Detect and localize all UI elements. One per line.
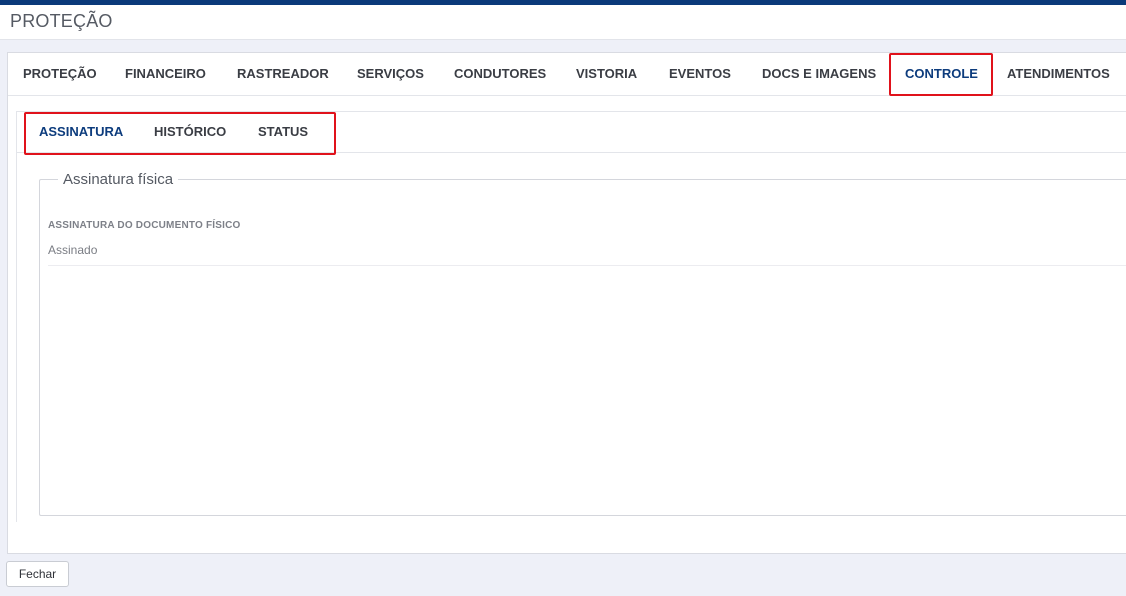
main-panel: PROTEÇÃO FINANCEIRO RASTREADOR SERVIÇOS …: [7, 52, 1126, 554]
active-tab-highlight: [889, 53, 993, 96]
field-divider: [48, 265, 1126, 266]
tab-atendimentos[interactable]: ATENDIMENTOS: [1007, 53, 1110, 95]
page-title: PROTEÇÃO: [10, 11, 113, 31]
tab-eventos[interactable]: EVENTOS: [669, 53, 731, 95]
fieldset-legend: Assinatura física: [58, 171, 179, 188]
signature-fieldset: Assinatura física ASSINATURA DO DOCUMENT…: [39, 171, 1126, 516]
tab-vistoria[interactable]: VISTORIA: [576, 53, 637, 95]
subtabs-highlight: [24, 112, 336, 155]
tab-protecao[interactable]: PROTEÇÃO: [23, 53, 97, 95]
tab-rastreador[interactable]: RASTREADOR: [237, 53, 329, 95]
tab-servicos[interactable]: SERVIÇOS: [357, 53, 424, 95]
signature-field-value: Assinado: [48, 243, 98, 257]
tab-financeiro[interactable]: FINANCEIRO: [125, 53, 206, 95]
page-header: PROTEÇÃO: [0, 5, 1126, 40]
close-button[interactable]: Fechar: [6, 561, 69, 587]
sub-panel: ASSINATURA HISTÓRICO STATUS Assinatura f…: [16, 111, 1126, 522]
tab-docs-e-imagens[interactable]: DOCS E IMAGENS: [762, 53, 876, 95]
tab-condutores[interactable]: CONDUTORES: [454, 53, 546, 95]
signature-field-label: ASSINATURA DO DOCUMENTO FÍSICO: [48, 220, 241, 231]
